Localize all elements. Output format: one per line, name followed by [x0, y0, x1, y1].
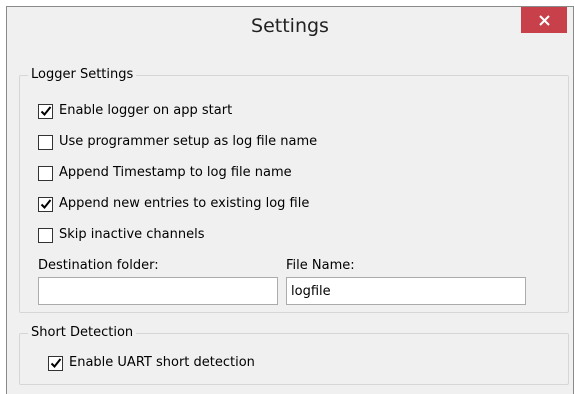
enable-logger-checkbox[interactable]: [38, 103, 53, 119]
skip-inactive-label: Skip inactive channels: [59, 227, 205, 242]
close-button[interactable]: [521, 7, 567, 33]
dialog-content: Logger Settings Enable logger on app sta…: [11, 51, 569, 385]
use-programmer-setup-checkbox[interactable]: [38, 134, 53, 150]
settings-window: Settings Logger Settings Enable logger o…: [6, 6, 574, 394]
title-bar: Settings: [7, 7, 573, 51]
enable-logger-label: Enable logger on app start: [59, 103, 233, 118]
short-detection-group: Short Detection Enable UART short detect…: [19, 325, 569, 385]
logger-settings-legend: Logger Settings: [28, 67, 137, 83]
option-skip-inactive[interactable]: Skip inactive channels: [38, 226, 205, 244]
append-timestamp-label: Append Timestamp to log file name: [59, 165, 292, 180]
window-title: Settings: [251, 15, 329, 37]
uart-short-detection-label: Enable UART short detection: [69, 355, 255, 370]
close-icon: [538, 14, 550, 26]
destination-folder-input[interactable]: [38, 277, 278, 305]
uart-short-detection-checkbox[interactable]: [48, 355, 63, 371]
short-detection-legend: Short Detection: [28, 325, 137, 341]
append-entries-checkbox[interactable]: [38, 196, 53, 212]
option-uart-short-detection[interactable]: Enable UART short detection: [48, 354, 255, 372]
option-append-entries[interactable]: Append new entries to existing log file: [38, 195, 309, 213]
option-append-timestamp[interactable]: Append Timestamp to log file name: [38, 164, 292, 182]
append-timestamp-checkbox[interactable]: [38, 165, 53, 181]
option-use-programmer-setup[interactable]: Use programmer setup as log file name: [38, 133, 317, 151]
checkmark-icon: [40, 199, 51, 209]
checkmark-icon: [50, 358, 61, 368]
logger-settings-group: Logger Settings Enable logger on app sta…: [19, 67, 569, 313]
use-programmer-setup-label: Use programmer setup as log file name: [59, 134, 318, 149]
append-entries-label: Append new entries to existing log file: [59, 196, 310, 211]
checkmark-icon: [40, 106, 51, 116]
file-name-input[interactable]: [286, 277, 526, 305]
file-name-label: File Name:: [286, 258, 355, 273]
skip-inactive-checkbox[interactable]: [38, 227, 53, 243]
option-enable-logger[interactable]: Enable logger on app start: [38, 102, 232, 120]
destination-folder-label: Destination folder:: [38, 258, 159, 273]
